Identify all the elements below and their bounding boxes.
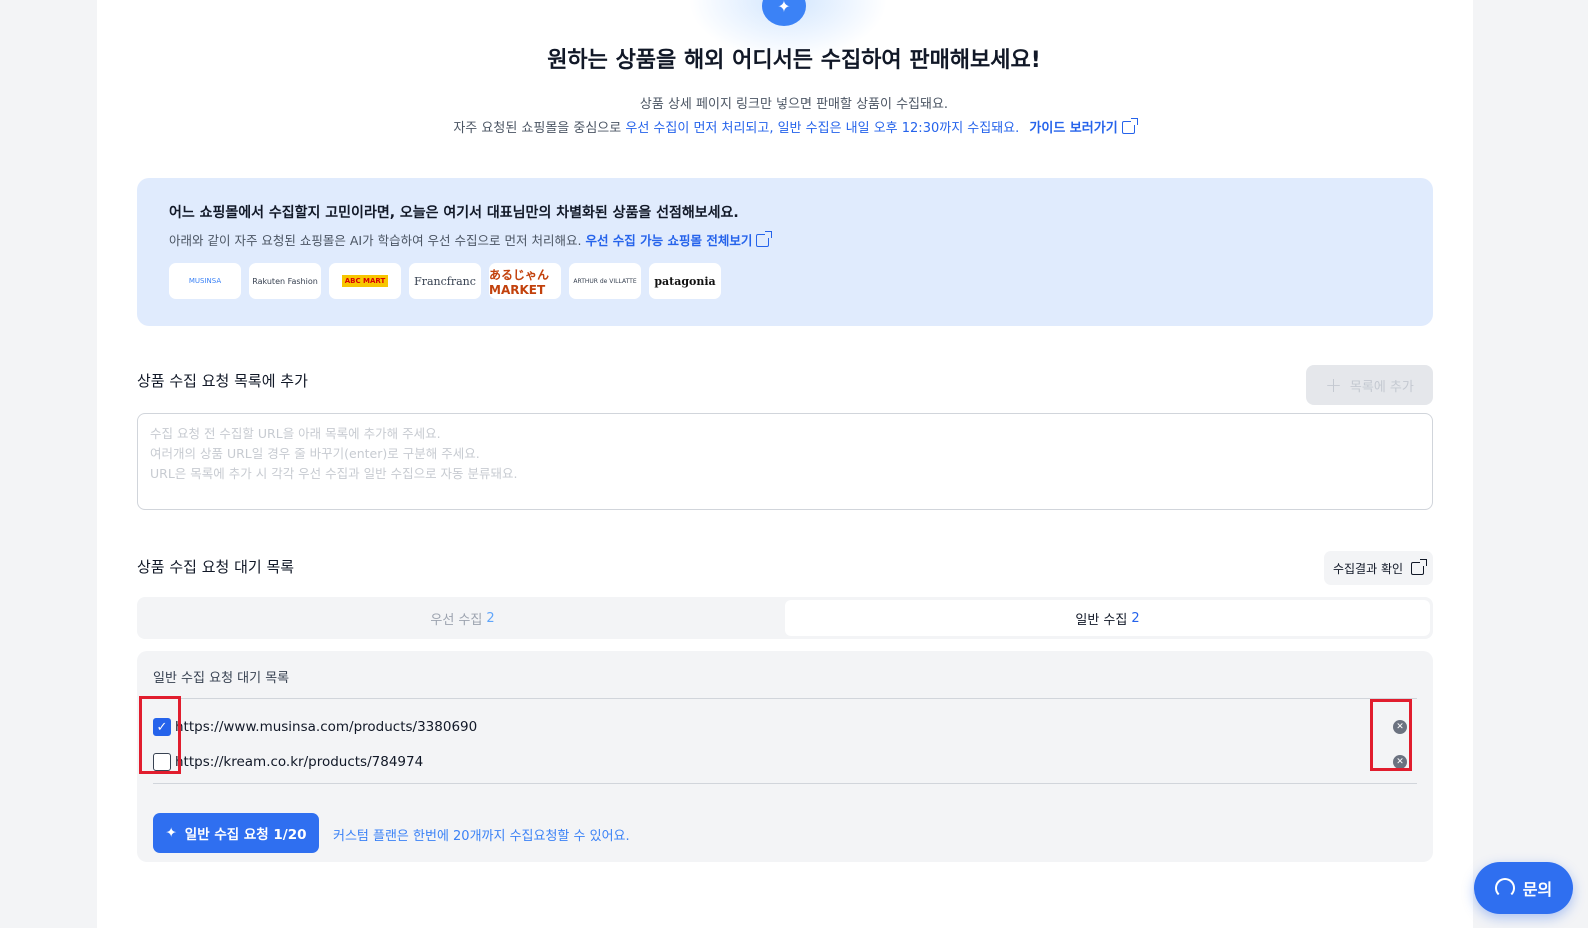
logo-musinsa[interactable]: MUSINSA bbox=[169, 263, 241, 299]
tab-priority-label: 우선 수집 bbox=[430, 612, 483, 628]
mall-logos: MUSINSA Rakuten Fashion ABC MART Francfr… bbox=[169, 263, 1401, 299]
logo-abc-mart-text: ABC MART bbox=[341, 275, 389, 287]
plan-note: 커스텀 플랜은 한번에 20개까지 수집요청할 수 있어요. bbox=[333, 829, 630, 844]
tab-priority[interactable]: 우선 수집 2 bbox=[140, 600, 785, 636]
tab-general-count: 2 bbox=[1131, 610, 1140, 626]
tab-general-label: 일반 수집 bbox=[1075, 612, 1128, 628]
plus-icon: + bbox=[1325, 373, 1342, 397]
logo-arujan-market[interactable]: あるじゃん MARKET bbox=[489, 263, 561, 299]
highlight-box-checkboxes bbox=[139, 696, 181, 774]
list-item: https://kream.co.kr/products/784974 ✕ bbox=[153, 748, 1417, 776]
general-queue-list: 일반 수집 요청 대기 목록 ✓ https://www.musinsa.com… bbox=[137, 651, 1433, 862]
inquiry-button[interactable]: 문의 bbox=[1474, 862, 1573, 914]
view-results-button[interactable]: 수집결과 확인 bbox=[1324, 551, 1433, 585]
highlight-box-remove bbox=[1370, 699, 1412, 771]
logo-patagonia[interactable]: patagonia bbox=[649, 263, 721, 299]
headset-icon bbox=[1494, 878, 1515, 898]
general-request-button[interactable]: ✦ 일반 수집 요청 1/20 bbox=[153, 813, 319, 853]
info-title: 어느 쇼핑몰에서 수집할지 고민이라면, 오늘은 여기서 대표님만의 차별화된 … bbox=[169, 205, 739, 221]
divider bbox=[153, 783, 1417, 784]
logo-arthur-de-villatte[interactable]: ARTHUR de VILLATTE bbox=[569, 263, 641, 299]
url-input[interactable] bbox=[137, 413, 1433, 510]
subtitle-highlight: 우선 수집이 먼저 처리되고, 일반 수집은 내일 오후 12:30까지 수집돼… bbox=[625, 121, 1020, 136]
info-desc: 아래와 같이 자주 요청된 쇼핑몰은 AI가 학습하여 우선 수집으로 먼저 처… bbox=[169, 230, 1401, 249]
external-link-icon bbox=[756, 231, 773, 247]
tab-priority-count: 2 bbox=[486, 610, 495, 626]
info-banner: 어느 쇼핑몰에서 수집할지 고민이라면, 오늘은 여기서 대표님만의 차별화된 … bbox=[137, 178, 1433, 326]
hero-subtitle: 상품 상세 페이지 링크만 넣으면 판매할 상품이 수집돼요. bbox=[639, 97, 949, 112]
subtitle-prefix: 자주 요청된 쇼핑몰을 중심으로 bbox=[453, 121, 622, 136]
page-title: 원하는 상품을 해외 어디서든 수집하여 판매해보세요! bbox=[547, 48, 1041, 73]
add-section-title: 상품 수집 요청 목록에 추가 bbox=[137, 372, 308, 390]
guide-link[interactable]: 가이드 보러가기 bbox=[1029, 118, 1138, 136]
item-url: https://kream.co.kr/products/784974 bbox=[175, 754, 424, 770]
all-malls-link-label: 우선 수집 가능 쇼핑몰 전체보기 bbox=[585, 233, 753, 248]
logo-francfranc[interactable]: Francfranc bbox=[409, 263, 481, 299]
logo-rakuten[interactable]: Rakuten Fashion bbox=[249, 263, 321, 299]
divider bbox=[153, 698, 1417, 699]
collection-tabs: 우선 수집 2 일반 수집 2 bbox=[137, 597, 1433, 639]
tab-general[interactable]: 일반 수집 2 bbox=[785, 600, 1430, 636]
item-url: https://www.musinsa.com/products/3380690 bbox=[175, 719, 478, 735]
add-to-list-label: 목록에 추가 bbox=[1349, 379, 1414, 395]
list-title: 일반 수집 요청 대기 목록 bbox=[153, 671, 290, 686]
hero-subtitle-2: 자주 요청된 쇼핑몰을 중심으로 우선 수집이 먼저 처리되고, 일반 수집은 … bbox=[0, 117, 1588, 136]
external-link-icon bbox=[1121, 118, 1138, 134]
general-request-label: 일반 수집 요청 1/20 bbox=[184, 827, 307, 843]
guide-link-label: 가이드 보러가기 bbox=[1029, 121, 1118, 136]
info-desc-text: 아래와 같이 자주 요청된 쇼핑몰은 AI가 학습하여 우선 수집으로 먼저 처… bbox=[169, 233, 582, 248]
queue-section-title: 상품 수집 요청 대기 목록 bbox=[137, 558, 295, 576]
logo-abc-mart[interactable]: ABC MART bbox=[329, 263, 401, 299]
all-malls-link[interactable]: 우선 수집 가능 쇼핑몰 전체보기 bbox=[585, 231, 773, 248]
external-link-icon bbox=[1411, 558, 1428, 575]
add-to-list-button[interactable]: + 목록에 추가 bbox=[1306, 365, 1433, 405]
inquiry-label: 문의 bbox=[1522, 880, 1553, 899]
sparkle-icon: ✦ bbox=[165, 825, 177, 841]
view-results-label: 수집결과 확인 bbox=[1332, 561, 1404, 576]
list-item: ✓ https://www.musinsa.com/products/33806… bbox=[153, 713, 1417, 741]
